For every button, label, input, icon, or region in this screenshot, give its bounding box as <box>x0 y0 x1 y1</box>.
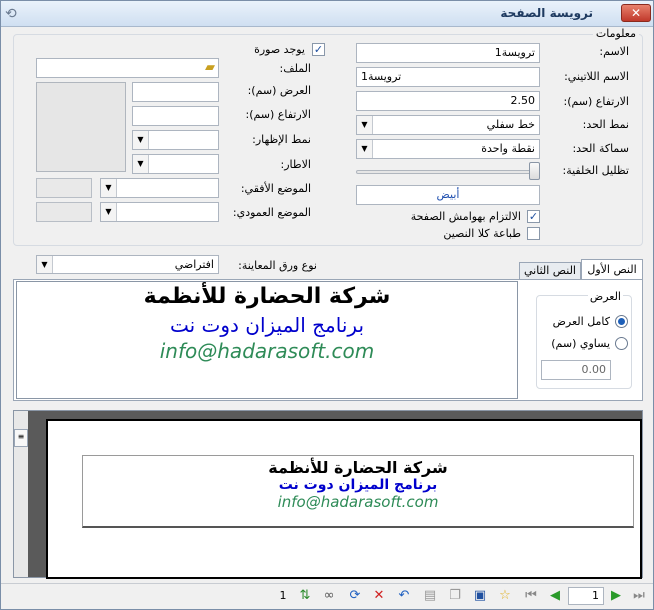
background-shading-label: تظليل الخلفية: <box>562 164 629 177</box>
equal-label: يساوي (سم) <box>551 337 610 350</box>
full-width-label: كامل العرض <box>552 315 610 328</box>
equal-width-input[interactable]: 0.00 <box>541 360 611 380</box>
width-label: العرض (سم): <box>247 84 311 97</box>
width-input[interactable] <box>132 82 219 102</box>
image-preview-box <box>36 82 126 172</box>
h-position-label: الموضع الأفقي: <box>240 182 311 195</box>
scrollbar-thumb[interactable]: ≡ <box>14 429 28 447</box>
background-color-field[interactable]: أبيض <box>356 185 540 205</box>
img-height-label: الارتفاع (سم): <box>245 108 311 121</box>
full-width-radio[interactable] <box>615 315 628 328</box>
editor-line-program: برنامج الميزان دوت نت <box>169 313 365 337</box>
v-position-select[interactable]: ▼ <box>100 202 219 222</box>
first-page-icon[interactable]: ⏮ <box>523 588 539 604</box>
name-label: الاسم: <box>599 45 629 58</box>
frame-select[interactable]: ▼ <box>132 154 219 174</box>
width-group-label: العرض <box>587 290 623 303</box>
has-image-label: يوجد صورة <box>254 43 305 56</box>
has-image-checkbox[interactable]: ✓ <box>312 43 325 56</box>
chevron-down-icon[interactable]: ▼ <box>133 155 149 173</box>
name-input[interactable]: ترويسة1 <box>356 43 540 63</box>
window-title: ترويسة الصفحة <box>500 6 593 20</box>
refresh-icon[interactable]: ⟳ <box>347 588 363 604</box>
background-shading-slider[interactable] <box>356 170 540 174</box>
chevron-down-icon[interactable]: ▼ <box>357 116 373 134</box>
window-icon[interactable]: ⟲ <box>5 6 21 22</box>
file-label: الملف: <box>279 62 311 75</box>
chevron-down-icon[interactable]: ▼ <box>133 131 149 149</box>
header-text-editor[interactable]: شركة الحضارة للأنظمة برنامج الميزان دوت … <box>16 281 518 399</box>
h-position-value <box>36 178 92 198</box>
chevron-down-icon[interactable]: ▼ <box>101 203 117 221</box>
chevron-down-icon[interactable]: ▼ <box>37 256 53 273</box>
display-style-label: نمط الإظهار: <box>252 133 311 146</box>
editor-line-company: شركة الحضارة للأنظمة <box>143 284 391 309</box>
save-icon[interactable]: ▣ <box>472 588 488 604</box>
folder-icon[interactable]: ▰ <box>205 60 215 75</box>
last-page-icon[interactable]: ⏭ <box>631 588 647 604</box>
height-input[interactable]: 2.50 <box>356 91 540 111</box>
display-style-select[interactable]: ▼ <box>132 130 219 150</box>
tab-first-text[interactable]: النص الأول <box>581 259 643 280</box>
star-icon[interactable]: ☆ <box>497 588 513 604</box>
title-bar: ⟲ ترويسة الصفحة ✕ <box>1 1 653 27</box>
preview-header-box: شركة الحضارة للأنظمة برنامج الميزان دوت … <box>82 455 634 528</box>
margin-commit-label: الالتزام بهوامش الصفحة <box>410 210 521 223</box>
preview-line-program: برنامج الميزان دوت نت <box>278 477 438 493</box>
equal-radio[interactable] <box>615 337 628 350</box>
border-thickness-select[interactable]: ▼ نقطة واحدة <box>356 139 540 159</box>
paper-type-select[interactable]: ▼ افتراضي <box>36 255 219 274</box>
margin-commit-checkbox[interactable]: ✓ <box>527 210 540 223</box>
border-thickness-label: سماكة الحد: <box>572 142 629 155</box>
frame-label: الاطار: <box>280 158 311 171</box>
paper-type-label: نوع ورق المعاينة: <box>238 259 317 272</box>
tab-second-text[interactable]: النص الثاني <box>519 262 581 280</box>
print-both-checkbox[interactable] <box>527 227 540 240</box>
border-style-label: نمط الحد: <box>582 118 629 131</box>
v-position-value <box>36 202 92 222</box>
editor-line-email: info@hadarasoft.com <box>159 339 375 363</box>
copy-icon[interactable]: ❐ <box>447 588 463 604</box>
close-icon: ✕ <box>630 6 642 20</box>
dialog-window: ⟲ ترويسة الصفحة ✕ معلومات الاسم: الاسم ا… <box>0 0 654 610</box>
height-label: الارتفاع (سم): <box>563 95 629 108</box>
h-position-select[interactable]: ▼ <box>100 178 219 198</box>
undo-icon[interactable]: ↶ <box>396 588 412 604</box>
paste-icon[interactable]: ▤ <box>422 588 438 604</box>
border-style-select[interactable]: ▼ خط سفلي <box>356 115 540 135</box>
latin-name-input[interactable]: ترويسة1 <box>356 67 540 87</box>
img-height-input[interactable] <box>132 106 219 126</box>
slider-thumb[interactable] <box>529 162 540 180</box>
file-path-input[interactable]: ▰ <box>36 58 219 78</box>
delete-icon[interactable]: ✕ <box>371 588 387 604</box>
info-group-label: معلومات <box>592 27 639 40</box>
latin-name-label: الاسم اللاتيني: <box>564 70 629 83</box>
v-position-label: الموضع العمودي: <box>232 206 311 219</box>
preview-line-company: شركة الحضارة للأنظمة <box>268 458 448 477</box>
page-number-input[interactable]: 1 <box>568 587 604 605</box>
chevron-down-icon[interactable]: ▼ <box>357 140 373 158</box>
preview-line-email: info@hadarasoft.com <box>277 493 439 511</box>
print-both-label: طباعة كلا النصين <box>443 227 521 240</box>
close-button[interactable]: ✕ <box>621 4 651 22</box>
chevron-down-icon[interactable]: ▼ <box>101 179 117 197</box>
view-icon[interactable]: ∞ <box>321 588 337 604</box>
prev-page-icon[interactable]: ◀ <box>547 588 563 604</box>
sort-icon[interactable]: ⇅ <box>297 588 313 604</box>
page-count: 1 <box>279 589 287 602</box>
next-page-icon[interactable]: ▶ <box>608 588 624 604</box>
